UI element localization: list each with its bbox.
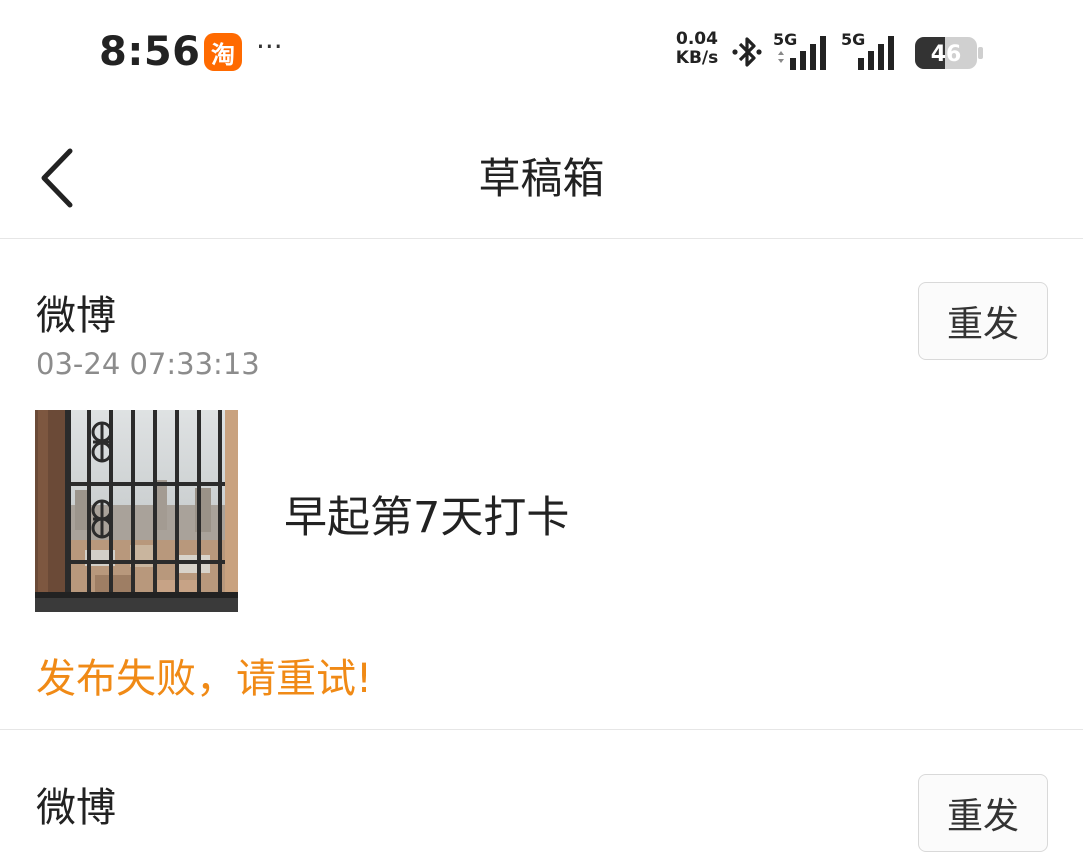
- resend-button[interactable]: 重发: [918, 282, 1048, 360]
- status-time: 8:56: [99, 29, 201, 75]
- draft-content: 早起第7天打卡: [284, 493, 570, 543]
- publish-error-message: 发布失败，请重试!: [36, 656, 373, 702]
- bluetooth-icon: [732, 37, 762, 67]
- battery-level: 46: [931, 42, 962, 67]
- battery-icon: 46: [915, 37, 983, 69]
- signal-icon-sim1: 5G: [773, 30, 826, 70]
- status-bar: 8:56 淘 ··· 0.04 KB/s 5G 5G 46: [0, 0, 1083, 105]
- draft-timestamp: 03-24 07:33:13: [36, 347, 260, 381]
- network-speed-value: 0.04: [676, 29, 718, 49]
- network-speed: 0.04 KB/s: [670, 30, 724, 68]
- page-title: 草稿箱: [478, 154, 605, 203]
- draft-source: 微博: [36, 785, 116, 831]
- nav-bar: 草稿箱: [0, 105, 1083, 239]
- network-type-label: 5G: [841, 30, 865, 49]
- draft-source: 微博: [36, 293, 116, 339]
- network-speed-unit: KB/s: [675, 48, 719, 68]
- draft-item[interactable]: 微博 重发: [0, 731, 1083, 852]
- resend-button[interactable]: 重发: [918, 774, 1048, 852]
- more-notifications-icon: ···: [256, 30, 283, 63]
- taobao-icon: 淘: [204, 33, 242, 71]
- network-type-label: 5G: [773, 30, 797, 49]
- signal-icon-sim2: 5G: [841, 30, 894, 70]
- draft-item[interactable]: 微博 03-24 07:33:13 重发 早起第7天打卡 发布失败，请重试!: [0, 239, 1083, 730]
- draft-thumbnail[interactable]: [35, 410, 238, 612]
